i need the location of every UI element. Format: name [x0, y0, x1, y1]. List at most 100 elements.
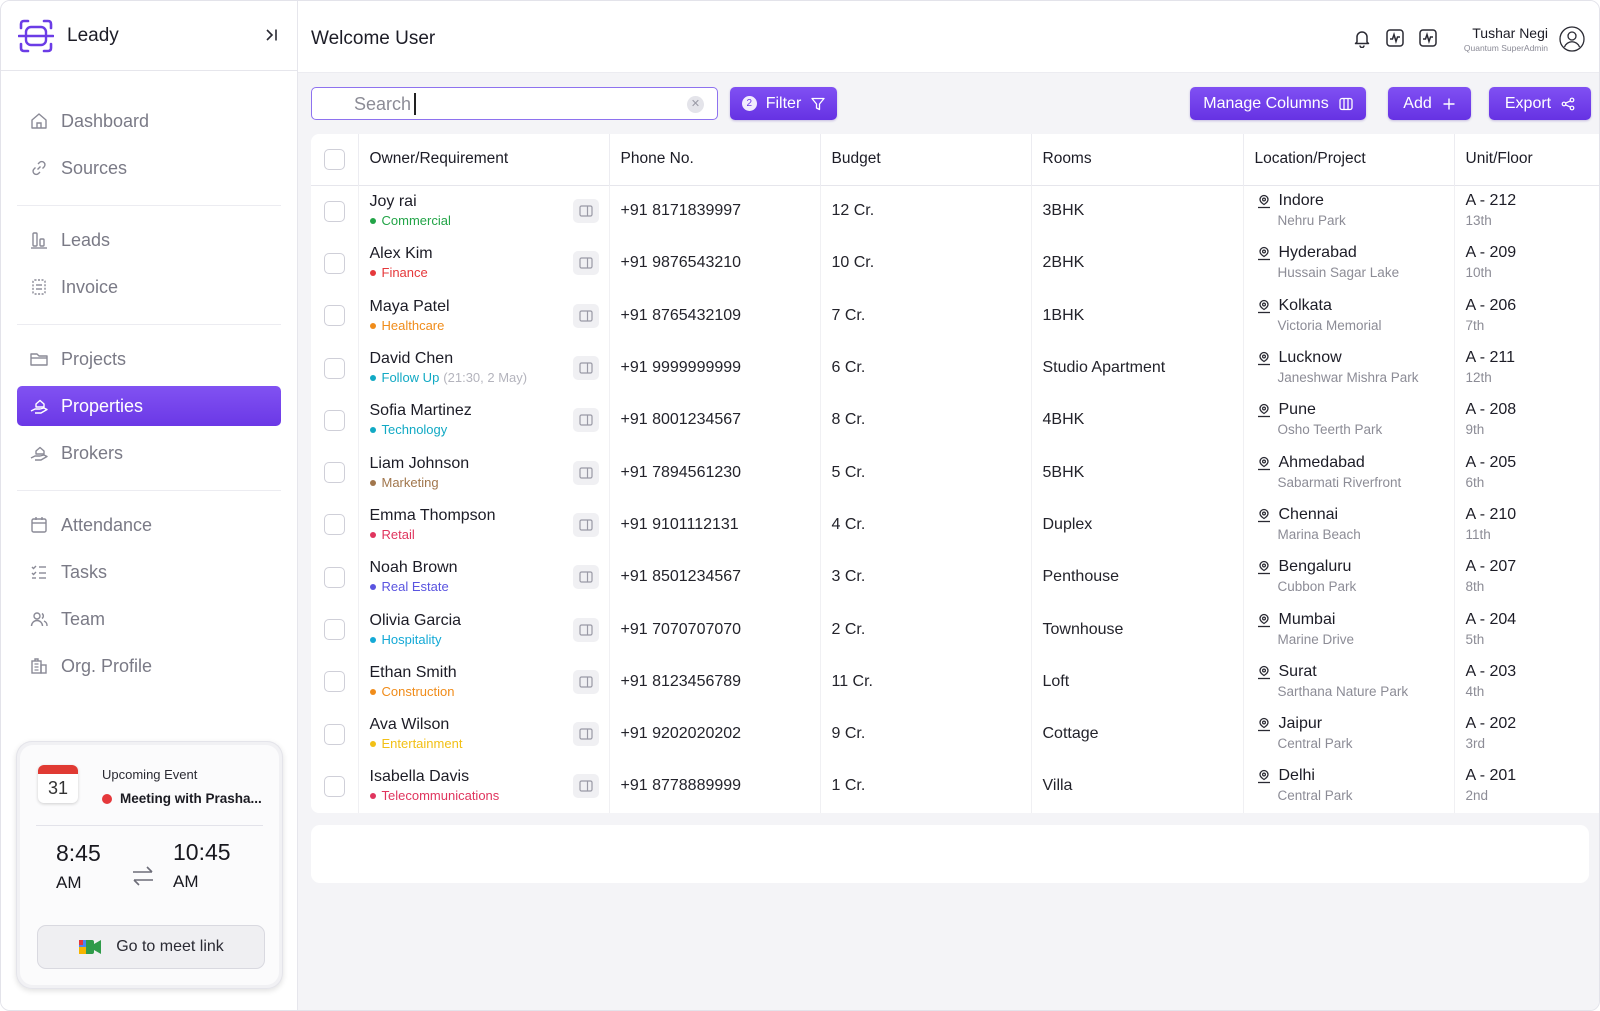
pulse-icon[interactable] [1418, 28, 1438, 48]
unit-cell: A - 209 10th [1454, 237, 1599, 289]
table-row[interactable]: Noah Brown Real Estate +91 8501234567 3 Cr.… [311, 551, 1599, 604]
table-row[interactable]: Alex Kim Finance +91 9876543210 10 Cr. 2BHK H… [311, 237, 1599, 290]
sidebar-item-attendance[interactable]: Attendance [17, 505, 281, 545]
row-checkbox[interactable] [323, 252, 345, 274]
phone-cell: +91 8123456789 [609, 655, 821, 708]
rooms-cell: Townhouse [1031, 603, 1244, 656]
open-panel-icon[interactable] [572, 199, 599, 224]
row-checkbox[interactable] [323, 775, 345, 797]
open-panel-icon[interactable] [572, 669, 599, 694]
open-panel-icon[interactable] [572, 251, 599, 276]
column-header-budget[interactable]: Budget [820, 134, 1032, 185]
clear-search-icon[interactable]: ✕ [687, 96, 704, 113]
column-header-rooms[interactable]: Rooms [1031, 134, 1244, 185]
leady-logo-icon [18, 18, 54, 54]
activity-icon[interactable] [1385, 28, 1405, 48]
row-checkbox[interactable] [323, 514, 345, 536]
unit-number: A - 203 [1465, 662, 1517, 680]
tag-dot [369, 636, 376, 643]
nav-group: Dashboard Sources [17, 87, 281, 206]
export-button[interactable]: Export [1489, 87, 1591, 120]
tag-label: Hospitality [381, 631, 442, 647]
city-name: Ahmedabad [1278, 453, 1365, 471]
table-row[interactable]: Ava Wilson Entertainment +91 9202020202 9 C… [311, 707, 1599, 761]
floor-number: 4th [1465, 683, 1485, 699]
open-panel-icon[interactable] [572, 356, 599, 381]
owner-cell: Olivia Garcia Hospitality [358, 603, 610, 656]
rooms-cell: Villa [1031, 760, 1244, 813]
nav-group: Attendance Tasks Team Org. Profile [17, 491, 281, 703]
filter-button[interactable]: 2 Filter [730, 87, 837, 120]
unit-cell: A - 201 2nd [1454, 760, 1599, 812]
sidebar-nav: Dashboard Sources Leads Invoice Projects Prop… [1, 71, 297, 703]
sidebar-item-label: Org. Profile [61, 655, 153, 676]
row-checkbox[interactable] [323, 357, 345, 379]
sidebar-item-dashboard[interactable]: Dashboard [17, 101, 281, 141]
hand-home-icon [29, 396, 49, 416]
owner-cell: David Chen Follow Up (21:30, 2 May) [358, 341, 610, 395]
event-title[interactable]: Meeting with Prasha... [102, 791, 262, 806]
add-button[interactable]: Add [1388, 87, 1471, 120]
bell-icon[interactable] [1352, 28, 1372, 49]
open-panel-icon[interactable] [572, 774, 599, 799]
sidebar-item-brokers[interactable]: Brokers [17, 433, 281, 473]
manage-columns-button[interactable]: Manage Columns [1190, 87, 1366, 120]
column-header-owner[interactable]: Owner/Requirement [358, 134, 610, 185]
search-input[interactable]: Search ✕ [311, 87, 718, 120]
unit-number: A - 205 [1465, 453, 1517, 471]
column-header-unit[interactable]: Unit/Floor [1454, 134, 1599, 185]
open-panel-icon[interactable] [572, 512, 599, 537]
table-row[interactable]: Joy rai Commercial +91 8171839997 12 Cr. 3BH… [311, 185, 1599, 238]
unit-cell: A - 212 13th [1454, 185, 1599, 237]
row-checkbox[interactable] [323, 305, 345, 327]
row-checkbox[interactable] [323, 723, 345, 745]
sidebar-item-projects[interactable]: Projects [17, 339, 281, 379]
column-header-phone[interactable]: Phone No. [609, 134, 821, 185]
open-panel-icon[interactable] [572, 303, 599, 328]
sidebar-item-label: Tasks [61, 561, 108, 582]
row-checkbox[interactable] [323, 566, 345, 588]
table-row[interactable]: Maya Patel Healthcare +91 8765432109 7 Cr. 1… [311, 289, 1599, 342]
welcome-title: Welcome User [311, 28, 436, 49]
column-header-location[interactable]: Location/Project [1243, 134, 1455, 185]
unit-number: A - 202 [1465, 715, 1517, 733]
sidebar-item-label: Brokers [61, 442, 124, 463]
unit-number: A - 204 [1465, 610, 1517, 628]
sidebar-item-leads[interactable]: Leads [17, 220, 281, 260]
sidebar-item-sources[interactable]: Sources [17, 148, 281, 188]
sidebar-item-properties[interactable]: Properties [17, 386, 281, 426]
hand-home-icon [29, 443, 49, 463]
rooms-cell: 2BHK [1031, 237, 1244, 290]
select-all-checkbox[interactable] [323, 148, 345, 170]
sidebar-item-org-profile[interactable]: Org. Profile [17, 646, 281, 686]
open-panel-icon[interactable] [572, 617, 599, 642]
rooms-cell: 4BHK [1031, 394, 1244, 447]
table-row[interactable]: David Chen Follow Up (21:30, 2 May) +91 999… [311, 341, 1599, 395]
owner-cell: Isabella Davis Telecommunications [358, 760, 610, 813]
row-checkbox[interactable] [323, 462, 345, 484]
sidebar-item-team[interactable]: Team [17, 599, 281, 639]
rooms-cell: Studio Apartment [1031, 341, 1244, 395]
user-avatar-icon[interactable] [1559, 26, 1585, 52]
open-panel-icon[interactable] [572, 565, 599, 590]
open-panel-icon[interactable] [572, 460, 599, 485]
row-checkbox[interactable] [323, 671, 345, 693]
table-row[interactable]: Isabella Davis Telecommunications +91 8778… [311, 760, 1599, 813]
sidebar-item-invoice[interactable]: Invoice [17, 267, 281, 307]
go-to-meet-link-button[interactable]: Go to meet link [37, 925, 265, 969]
table-row[interactable]: Ethan Smith Construction +91 8123456789 11 … [311, 655, 1599, 708]
row-checkbox[interactable] [323, 619, 345, 641]
table-row[interactable]: Emma Thompson Retail +91 9101112131 4 Cr. Du… [311, 498, 1599, 552]
share-icon [1561, 97, 1575, 111]
table-row[interactable]: Sofia Martinez Technology +91 8001234567 8 … [311, 394, 1599, 447]
collapse-sidebar-icon[interactable] [263, 27, 279, 43]
open-panel-icon[interactable] [572, 408, 599, 433]
sidebar-item-tasks[interactable]: Tasks [17, 552, 281, 592]
row-checkbox[interactable] [323, 409, 345, 431]
pagination-footer [311, 825, 1589, 883]
table-row[interactable]: Olivia Garcia Hospitality +91 7070707070 2 … [311, 603, 1599, 656]
table-row[interactable]: Liam Johnson Marketing +91 7894561230 5 Cr.… [311, 446, 1599, 499]
row-checkbox[interactable] [323, 200, 345, 222]
open-panel-icon[interactable] [572, 722, 599, 747]
floor-number: 8th [1465, 579, 1485, 595]
